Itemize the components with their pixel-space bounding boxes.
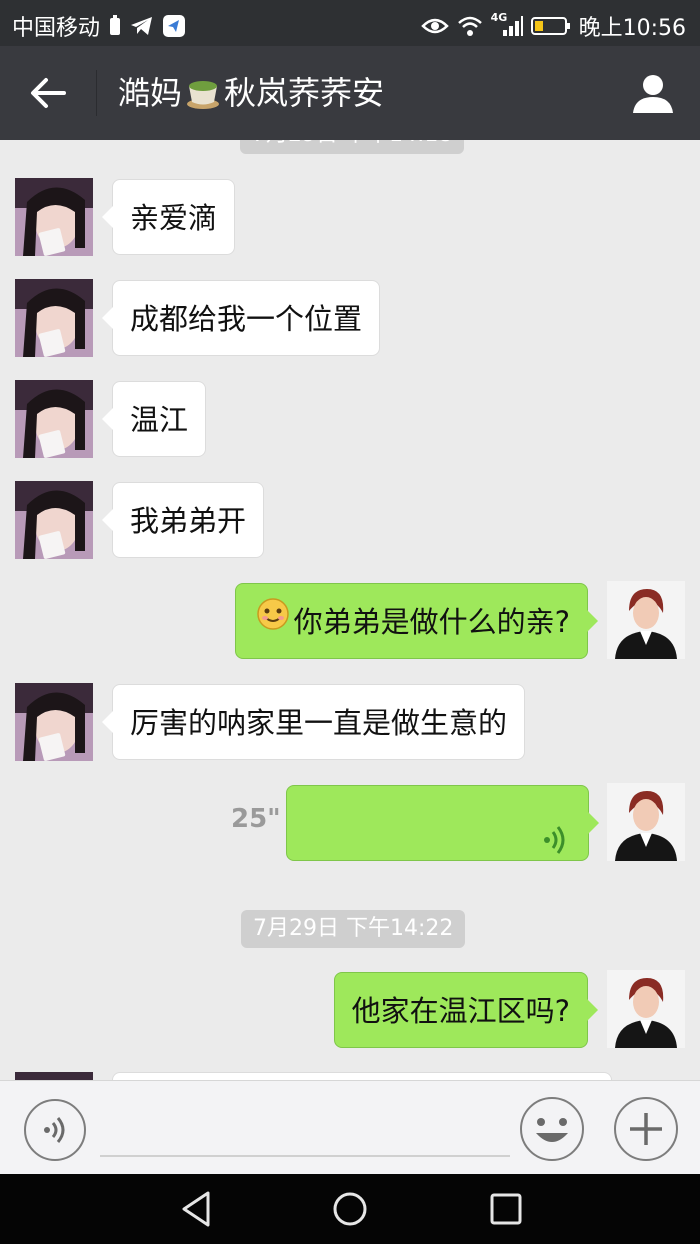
message-bubble-received[interactable]: 温江 xyxy=(101,381,207,457)
chat-title: 澔妈 秋岚荞荞安 xyxy=(118,70,384,116)
timestamp-chip: 7月29日 下午14:22 xyxy=(241,910,466,948)
message-list[interactable]: 7月29日 下午14:18 亲爱滴 成都给我一个位置 温江 我弟弟开 你弟弟是做… xyxy=(0,140,700,1080)
message-bubble-received[interactable]: 成都给我一个位置 xyxy=(101,280,381,356)
battery-icon xyxy=(530,15,571,37)
voice-wave-icon xyxy=(542,808,568,884)
contact-avatar[interactable] xyxy=(15,380,93,458)
my-avatar[interactable] xyxy=(607,581,685,659)
back-button[interactable] xyxy=(20,68,76,118)
chat-header: 澔妈 秋岚荞荞安 xyxy=(0,46,700,140)
smiley-icon xyxy=(536,1118,568,1142)
timestamp-chip: 7月29日 下午14:18 xyxy=(240,140,465,154)
person-icon xyxy=(633,75,673,113)
message-text: 你弟弟是做什么的亲? xyxy=(293,605,570,639)
message-input[interactable] xyxy=(100,1155,510,1157)
smile-emoji-icon xyxy=(256,583,290,659)
telegram-icon xyxy=(130,15,154,37)
circle-home-icon xyxy=(333,1192,367,1226)
square-recents-icon xyxy=(490,1193,522,1225)
message-bubble-received[interactable]: 亲爱滴 xyxy=(101,179,236,255)
clock: 晚上10:56 xyxy=(578,16,686,41)
app-notification-icon xyxy=(162,14,186,38)
my-avatar[interactable] xyxy=(607,970,685,1048)
nav-back-button[interactable] xyxy=(166,1186,226,1232)
triangle-back-icon xyxy=(182,1191,210,1227)
message-bubble-sent[interactable]: 你弟弟是做什么的亲? xyxy=(234,583,599,659)
emoji-button[interactable] xyxy=(520,1097,584,1161)
eye-icon xyxy=(420,16,449,36)
message-bubble-sent[interactable]: 他家在温江区吗? xyxy=(333,972,599,1048)
status-bar: 中国移动 4G 晚上10:56 xyxy=(0,0,700,46)
header-divider xyxy=(96,70,97,116)
voice-duration: 25" xyxy=(231,804,281,834)
my-avatar[interactable] xyxy=(607,783,685,861)
carrier-label: 中国移动 xyxy=(12,16,101,41)
contact-avatar[interactable] xyxy=(15,178,93,256)
contact-avatar[interactable] xyxy=(15,481,93,559)
network-label: 4G xyxy=(490,11,508,24)
back-arrow-icon xyxy=(31,78,66,108)
contact-avatar[interactable] xyxy=(15,1072,93,1080)
nav-home-button[interactable] xyxy=(320,1186,380,1232)
tea-cup-icon xyxy=(184,76,222,110)
chat-title-part2: 秋岚荞荞安 xyxy=(224,74,385,112)
voice-message-bubble[interactable] xyxy=(286,785,599,861)
chat-title-part1: 澔妈 xyxy=(118,74,183,112)
signal-icon: 4G xyxy=(491,11,523,37)
more-button[interactable] xyxy=(614,1097,678,1161)
battery-saver-icon xyxy=(108,15,122,37)
system-navigation-bar xyxy=(0,1174,700,1244)
wifi-icon xyxy=(457,15,483,37)
contact-avatar[interactable] xyxy=(15,279,93,357)
message-bubble-received[interactable]: 我弟弟开 xyxy=(101,482,265,558)
contact-avatar[interactable] xyxy=(15,683,93,761)
message-bubble-received[interactable] xyxy=(112,1072,612,1080)
nav-recents-button[interactable] xyxy=(476,1186,536,1232)
voice-input-button[interactable] xyxy=(24,1099,86,1161)
chat-info-button[interactable] xyxy=(628,68,678,118)
plus-icon xyxy=(630,1113,662,1145)
message-bubble-received[interactable]: 厉害的呐家里一直是做生意的 xyxy=(101,684,526,760)
voice-icon xyxy=(44,1117,65,1143)
input-bar xyxy=(0,1080,700,1175)
